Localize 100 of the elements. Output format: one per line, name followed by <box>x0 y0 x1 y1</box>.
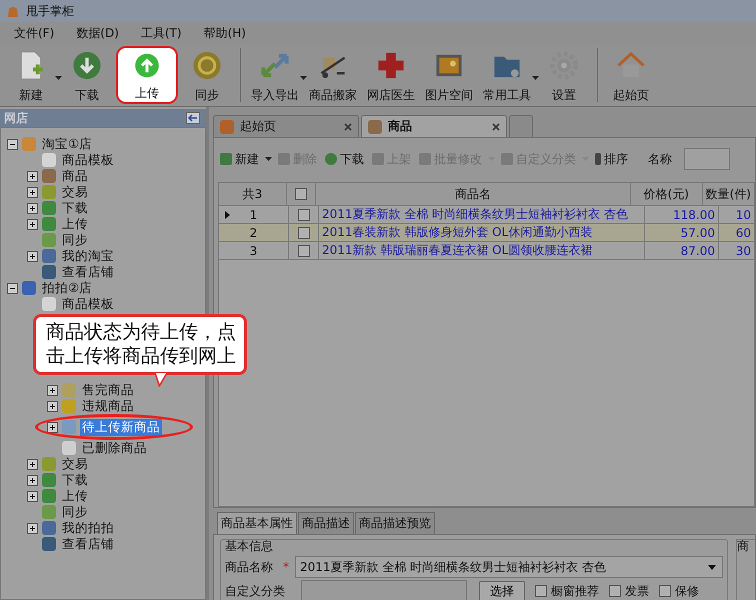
toolbar-icon <box>548 50 580 81</box>
table-cell-text: 60 <box>734 224 752 241</box>
tree-item[interactable]: 交易 <box>60 184 90 200</box>
expander-toggle[interactable] <box>7 138 18 150</box>
tab-label: 起始页 <box>240 118 277 135</box>
toolbar-icon <box>191 50 223 81</box>
checkbox[interactable] <box>659 585 671 597</box>
menu-item[interactable]: 帮助(H) <box>204 24 246 42</box>
checkbox[interactable] <box>535 585 547 597</box>
expander-toggle[interactable] <box>47 422 58 432</box>
expander-toggle[interactable] <box>27 522 38 534</box>
category-field[interactable] <box>301 580 467 600</box>
toolbar-button[interactable]: 导入导出 <box>247 46 303 104</box>
tree-item[interactable]: 下载 <box>60 472 90 488</box>
checkbox[interactable] <box>298 244 310 256</box>
tree-icon <box>42 153 56 167</box>
expander-toggle[interactable] <box>7 282 18 294</box>
toolbar-button[interactable]: 下载 <box>323 150 366 168</box>
tab[interactable]: 商品描述 <box>298 512 354 534</box>
table-cell[interactable]: 2011新款 韩版瑞丽春夏连衣裙 OL圆领收腰连衣裙 <box>319 242 645 259</box>
caret-icon <box>708 564 716 570</box>
toolbar-button[interactable]: 上传 <box>116 46 178 104</box>
tree-item[interactable]: 商品模板 <box>60 152 116 168</box>
tree-item[interactable]: 我的拍拍 <box>60 520 116 536</box>
close-icon[interactable] <box>492 122 500 130</box>
tree-item[interactable]: 售完商品 <box>80 382 136 398</box>
column-header[interactable]: 商品名 <box>316 183 631 205</box>
tree-item[interactable]: 交易 <box>60 456 90 472</box>
menu-item[interactable]: 文件(F) <box>14 24 54 42</box>
tree-icon <box>62 399 76 413</box>
toolbar-button[interactable]: 图片空间 <box>421 46 477 104</box>
caret-icon[interactable] <box>265 157 272 161</box>
tab[interactable]: 商品 <box>361 115 507 137</box>
table-cell: 118.00 <box>645 206 719 223</box>
tab[interactable]: 起始页 <box>213 115 359 137</box>
pin-icon[interactable] <box>186 112 200 124</box>
group-title: 商 <box>737 540 750 555</box>
tree-item[interactable]: 拍拍②店 <box>40 280 94 296</box>
checkbox[interactable] <box>298 226 310 238</box>
expander-toggle[interactable] <box>27 250 38 262</box>
expander-toggle[interactable] <box>27 186 38 198</box>
menu-item[interactable]: 数据(D) <box>76 24 119 42</box>
checkbox[interactable] <box>294 188 307 200</box>
tab[interactable]: 商品基本属性 <box>217 512 297 534</box>
row-number: 3 <box>250 244 258 258</box>
toolbar-button[interactable]: 同步 <box>180 46 234 104</box>
tree-item[interactable]: 下载 <box>60 200 90 216</box>
menu-item[interactable]: 工具(T) <box>140 24 182 42</box>
search-field[interactable] <box>684 148 730 170</box>
field-label: 商品名称 <box>225 558 274 576</box>
toolbar-icon <box>419 153 431 165</box>
expander-toggle[interactable] <box>27 458 38 470</box>
tree-item[interactable]: 同步 <box>60 232 90 248</box>
expander-toggle[interactable] <box>47 400 58 412</box>
toolbar-button[interactable]: 新建 <box>218 150 261 168</box>
tab-icon <box>220 120 234 134</box>
checkbox[interactable] <box>298 208 310 220</box>
toolbar-button[interactable]: 网店医生 <box>363 46 419 104</box>
expander-toggle[interactable] <box>47 384 58 396</box>
tree-icon <box>42 265 56 279</box>
tree-item[interactable]: 商品模板 <box>60 296 116 312</box>
table-cell[interactable]: 2011夏季新款 全棉 时尚细横条纹男士短袖衬衫衬衣 杏色 <box>319 206 645 223</box>
table-cell[interactable]: 2011春装新款 韩版修身短外套 OL休闲通勤小西装 <box>319 224 645 241</box>
column-header[interactable]: 价格(元) <box>630 183 703 205</box>
tree-item[interactable]: 商品 <box>60 168 90 184</box>
toolbar-icon <box>501 153 513 165</box>
expander-toggle[interactable] <box>27 474 38 486</box>
column-header[interactable]: 数量(件) <box>702 183 754 205</box>
tree-item[interactable]: 查看店铺 <box>60 264 116 280</box>
tree-icon <box>62 420 76 434</box>
toolbar-button[interactable]: 下载 <box>60 46 114 104</box>
expander-toggle[interactable] <box>27 170 38 182</box>
tree-icon <box>62 383 76 397</box>
toolbar-button[interactable]: 常用工具 <box>479 46 535 104</box>
tab[interactable]: 商品描述预览 <box>355 512 435 534</box>
toolbar-button[interactable]: 起始页 <box>604 46 658 104</box>
checkbox[interactable] <box>609 585 621 597</box>
tree-item[interactable]: 上传 <box>60 488 90 504</box>
expander-toggle[interactable] <box>27 218 38 230</box>
expander-toggle[interactable] <box>27 490 38 502</box>
tree-item[interactable]: 淘宝①店 <box>40 136 94 152</box>
tree-item[interactable]: 查看店铺 <box>60 536 116 552</box>
close-icon[interactable] <box>344 122 352 130</box>
tree-icon <box>62 441 76 455</box>
tree-item[interactable]: 我的淘宝 <box>60 248 116 264</box>
toolbar-button[interactable]: 排序 <box>593 150 630 168</box>
tree-item[interactable]: 同步 <box>60 504 90 520</box>
tree-item[interactable]: 违规商品 <box>80 398 136 414</box>
table-cell: 87.00 <box>645 242 719 259</box>
select-button[interactable]: 选择 <box>479 580 525 600</box>
row-number: 2 <box>250 226 258 240</box>
expander-toggle[interactable] <box>27 202 38 214</box>
tree-item[interactable]: 已删除商品 <box>80 440 149 456</box>
toolbar-button[interactable]: 设置 <box>537 46 591 104</box>
tree-icon <box>42 457 56 471</box>
toolbar-button[interactable]: 商品搬家 <box>305 46 361 104</box>
toolbar-button[interactable]: 新建 <box>4 46 58 104</box>
tree-item[interactable]: 待上传新商品 <box>80 418 162 436</box>
name-dropdown[interactable]: 2011夏季新款 全棉 时尚细横条纹男士短袖衬衫衬衣 杏色 <box>295 556 723 578</box>
tree-item[interactable]: 上传 <box>60 216 90 232</box>
